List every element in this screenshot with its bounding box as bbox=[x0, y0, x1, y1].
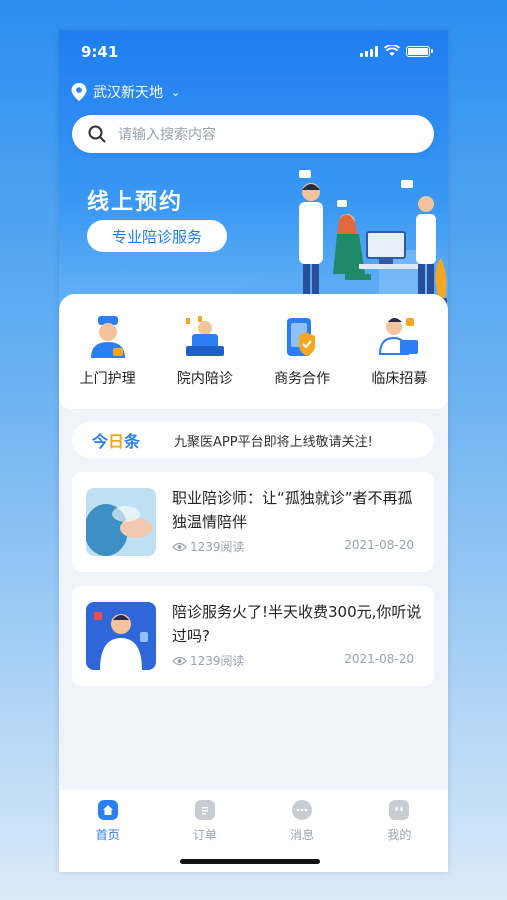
service-home-care[interactable]: 上门护理 bbox=[63, 314, 153, 409]
chevron-down-icon: ⌄ bbox=[171, 85, 181, 99]
article-date: 2021-08-20 bbox=[344, 538, 414, 552]
eye-icon bbox=[172, 542, 187, 551]
tab-label: 我的 bbox=[387, 828, 412, 842]
tab-label: 订单 bbox=[192, 828, 217, 842]
tab-home[interactable]: 首页 bbox=[78, 800, 138, 872]
tab-label: 首页 bbox=[95, 828, 120, 842]
service-label: 上门护理 bbox=[79, 371, 136, 387]
clinical-recruit-icon bbox=[379, 318, 419, 355]
status-bar: 9:41 bbox=[59, 30, 448, 74]
battery-icon bbox=[406, 45, 433, 57]
tab-label: 消息 bbox=[290, 828, 315, 842]
order-icon bbox=[194, 800, 215, 820]
cooperation-icon bbox=[287, 318, 316, 356]
hospital-bed-icon bbox=[185, 316, 224, 356]
search-icon bbox=[88, 125, 106, 143]
service-clinical[interactable]: 临床招募 bbox=[354, 314, 444, 409]
eye-icon bbox=[172, 656, 187, 665]
phone-screen: 9:41 武汉新天地 ⌄ 请输入搜索内容 线上预约 专业陪诊服务 上门护理 院内… bbox=[59, 30, 448, 872]
signal-icon bbox=[360, 45, 378, 57]
article-thumbnail bbox=[86, 602, 156, 670]
service-grid: 上门护理 院内陪诊 商务合作 临床招募 bbox=[59, 294, 448, 409]
banner-title: 线上预约 bbox=[87, 190, 184, 215]
location-pin-icon bbox=[71, 83, 87, 101]
notice-tag: 今日条 bbox=[92, 432, 141, 451]
article-views: 1239阅读 bbox=[172, 538, 245, 555]
notice-bar[interactable]: 今日条 九聚医APP平台即将上线敬请关注! bbox=[72, 422, 434, 458]
article-card[interactable]: 职业陪诊师：让“孤独就诊”者不再孤独温情陪伴 1239阅读 2021-08-20 bbox=[72, 472, 434, 572]
search-placeholder: 请输入搜索内容 bbox=[118, 127, 216, 143]
profile-icon bbox=[389, 800, 410, 820]
notice-text: 九聚医APP平台即将上线敬请关注! bbox=[174, 434, 373, 450]
service-label: 临床招募 bbox=[371, 371, 428, 387]
article-thumbnail bbox=[86, 488, 156, 556]
status-time: 9:41 bbox=[81, 43, 119, 61]
article-title: 职业陪诊师：让“孤独就诊”者不再孤独温情陪伴 bbox=[172, 489, 413, 531]
status-icons bbox=[360, 45, 433, 57]
service-business[interactable]: 商务合作 bbox=[257, 314, 347, 409]
service-hospital-escort[interactable]: 院内陪诊 bbox=[160, 314, 250, 409]
article-title: 陪诊服务火了!半天收费300元,你听说过吗? bbox=[172, 603, 422, 645]
location-selector[interactable]: 武汉新天地 ⌄ bbox=[71, 82, 180, 102]
search-input[interactable]: 请输入搜索内容 bbox=[72, 115, 434, 153]
location-city: 武汉新天地 bbox=[93, 85, 163, 101]
article-card[interactable]: 陪诊服务火了!半天收费300元,你听说过吗? 1239阅读 2021-08-20 bbox=[72, 586, 434, 686]
home-indicator[interactable] bbox=[180, 859, 320, 864]
service-label: 院内陪诊 bbox=[176, 371, 233, 387]
tab-profile[interactable]: 我的 bbox=[369, 800, 429, 872]
nurse-icon bbox=[90, 316, 125, 358]
home-icon bbox=[97, 800, 118, 820]
service-label: 商务合作 bbox=[274, 371, 331, 387]
article-date: 2021-08-20 bbox=[344, 652, 414, 666]
wifi-icon bbox=[384, 45, 400, 56]
message-icon bbox=[292, 800, 313, 820]
article-views: 1239阅读 bbox=[172, 652, 245, 669]
